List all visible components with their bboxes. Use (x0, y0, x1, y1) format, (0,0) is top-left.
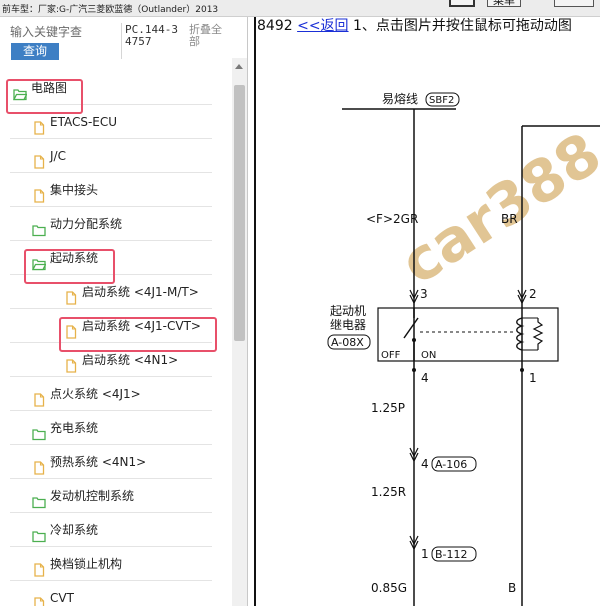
tree-item[interactable]: J/C (10, 139, 212, 173)
wire-dot (520, 368, 524, 372)
tree-item-label: 点火系统 <4J1> (50, 387, 141, 401)
top-bar: 前车型：厂家:G-广汽三菱欧蓝德（Outlander）2013 菜单 (0, 0, 600, 17)
wire-dot (412, 368, 416, 372)
wire-label-right-bottom: B (508, 581, 516, 595)
highlight-box (24, 249, 115, 284)
top-button-3[interactable] (554, 0, 594, 7)
tree-item-label: J/C (50, 149, 66, 163)
tree-item-label: 动力分配系统 (50, 217, 123, 231)
relay-coil (516, 317, 525, 351)
back-link[interactable]: <<返回 (297, 18, 348, 34)
file-icon (32, 148, 46, 169)
relay-contact (412, 338, 416, 342)
relay-name-line2: 继电器 (330, 318, 366, 332)
wire-label-3: 0.85G (371, 581, 407, 595)
file-icon (32, 556, 46, 577)
file-icon (32, 386, 46, 407)
folder-icon (32, 216, 46, 237)
content-border (254, 17, 256, 606)
search-input[interactable] (10, 23, 118, 41)
highlight-box (6, 79, 83, 114)
tree-scrollbar[interactable] (232, 58, 247, 606)
top-button-1[interactable] (449, 0, 475, 7)
connector-2: B-112 (435, 548, 468, 561)
page-number: 8492 (257, 18, 293, 34)
folder-icon (32, 522, 46, 543)
vehicle-title: 前车型：厂家:G-广汽三菱欧蓝德（Outlander）2013 (2, 5, 219, 15)
tree-item-label: 换档锁止机构 (50, 557, 123, 571)
relay-box (377, 307, 559, 362)
menu-button[interactable]: 菜单 (487, 0, 521, 7)
instruction-text: 1、点击图片并按住鼠标可拖动动图 (353, 18, 572, 34)
tree-item-label: 发动机控制系统 (50, 489, 135, 503)
tree-item[interactable]: CVT (10, 581, 212, 606)
tree-item[interactable]: 发动机控制系统 (10, 479, 212, 513)
tree-item-label: 预热系统 <4N1> (50, 455, 147, 469)
collapse-all-link[interactable]: 折叠全部 (189, 24, 227, 48)
off-label: OFF (381, 350, 401, 361)
pin-top-right: 2 (529, 287, 537, 301)
relay-name-line1: 起动机 (330, 304, 366, 318)
tree-item[interactable]: 冷却系统 (10, 513, 212, 547)
relay-code: A-08X (331, 336, 364, 349)
tree-item[interactable]: 点火系统 <4J1> (10, 377, 212, 411)
pc-code: PC.144-34757 (125, 23, 178, 48)
connector-2-pin: 1 (421, 547, 429, 561)
tree-item[interactable]: 集中接头 (10, 173, 212, 207)
tree-item-label: CVT (50, 591, 74, 605)
pin-bottom-left: 4 (421, 371, 429, 385)
file-icon (32, 114, 46, 135)
fuse-label: 易熔线 (382, 91, 418, 106)
wire-label-left-top: <F>2GR (366, 212, 418, 226)
wiring-diagram[interactable]: car388.c 易熔线 SBF2 <F>2GR BR 3 2 起动机 继电器 … (258, 36, 600, 606)
relay-resistor (532, 318, 544, 350)
pin-bottom-right: 1 (529, 371, 537, 385)
watermark: car388.c (389, 88, 600, 297)
file-icon (64, 352, 78, 373)
wire-label-right-top: BR (501, 212, 518, 226)
file-icon (32, 590, 46, 606)
fuse-code: SBF2 (429, 95, 454, 106)
folder-icon (32, 488, 46, 509)
search-area: 查询 PC.144-34757 折叠全部 (0, 17, 248, 63)
file-icon (32, 454, 46, 475)
wire-label-2: 1.25R (371, 485, 406, 499)
folder-icon (32, 420, 46, 441)
tree-item-label: 冷却系统 (50, 523, 99, 537)
tree-item[interactable]: 换档锁止机构 (10, 547, 212, 581)
tree-item-label: 充电系统 (50, 421, 99, 435)
wire-label-1: 1.25P (371, 401, 405, 415)
scroll-up-arrow-icon[interactable] (235, 64, 243, 69)
scroll-thumb[interactable] (234, 85, 245, 341)
highlight-box (59, 317, 217, 352)
tree-item-label: 集中接头 (50, 183, 99, 197)
on-label: ON (421, 350, 436, 361)
file-icon (64, 284, 78, 305)
query-button[interactable]: 查询 (11, 43, 59, 60)
connector-1-pin: 4 (421, 457, 429, 471)
tree-item[interactable]: 动力分配系统 (10, 207, 212, 241)
pin-top-left: 3 (420, 287, 428, 301)
tree-item[interactable]: 充电系统 (10, 411, 212, 445)
left-panel: 查询 PC.144-34757 折叠全部 电路图ETACS-ECUJ/C集中接头… (0, 17, 248, 606)
divider (121, 23, 122, 59)
file-icon (32, 182, 46, 203)
connector-1: A-106 (435, 458, 467, 471)
relay-switch (403, 317, 419, 339)
tree-item[interactable]: 预热系统 <4N1> (10, 445, 212, 479)
content-header: 8492 <<返回 1、点击图片并按住鼠标可拖动动图 (257, 18, 572, 34)
